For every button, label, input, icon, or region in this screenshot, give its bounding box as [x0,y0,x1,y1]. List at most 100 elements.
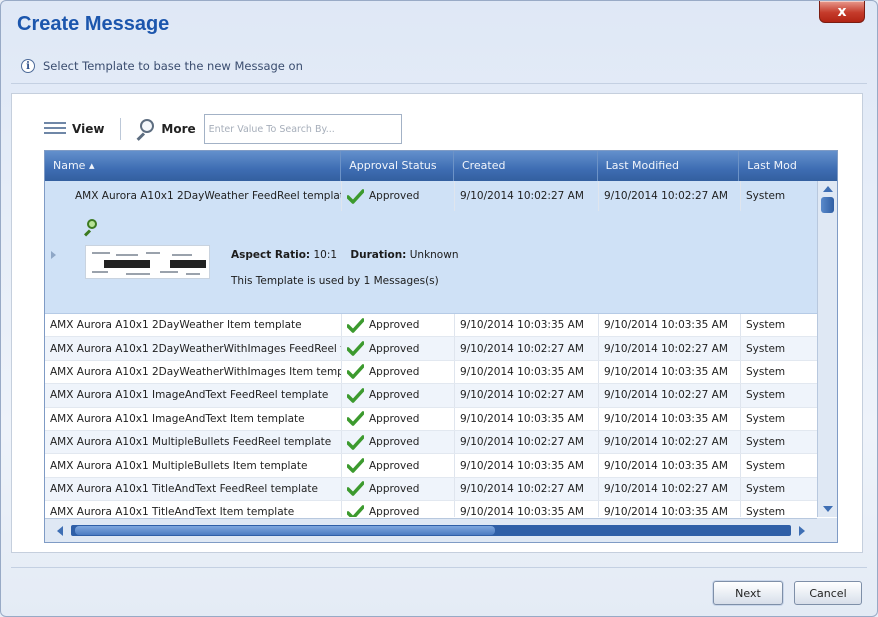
preview-zoom-icon[interactable] [83,219,99,237]
cell-modified: 9/10/2014 10:02:27 AM [599,430,741,454]
cell-name: AMX Aurora A10x1 MultipleBullets Item te… [45,454,342,477]
checkmark-icon [347,505,364,517]
cell-modified: 9/10/2014 10:02:27 AM [599,477,741,501]
column-header-last-modified-by[interactable]: Last Mod [739,151,837,181]
table-row[interactable]: AMX Aurora A10x1 TitleAndText FeedReel t… [45,477,819,502]
dialog-subtitle: i Select Template to base the new Messag… [21,59,303,73]
scroll-up-icon[interactable] [823,186,833,192]
aspect-ratio-value: 10:1 [313,249,338,261]
status-text: Approved [369,506,420,517]
cell-name: AMX Aurora A10x1 2DayWeather Item templa… [45,314,342,337]
subtitle-text: Select Template to base the new Message … [43,59,303,73]
status-text: Approved [369,190,420,202]
cell-modified: 9/10/2014 10:02:27 AM [599,337,741,360]
cell-status: Approved [342,477,455,501]
cell-modified: 9/10/2014 10:03:35 AM [599,314,741,337]
cell-created: 9/10/2014 10:02:27 AM [455,337,599,360]
cell-status: Approved [342,314,455,337]
status-text: Approved [369,412,420,425]
cell-name: AMX Aurora A10x1 2DayWeatherWithImages I… [45,360,342,384]
cancel-button[interactable]: Cancel [794,581,862,605]
cell-by: System [746,482,786,495]
vertical-scroll-thumb[interactable] [821,197,834,213]
grid-header: Name ▴ Approval Status Created Last Modi… [45,151,837,181]
cell-by: System [746,459,786,472]
checkmark-icon [347,411,364,426]
row-detail-panel: Aspect Ratio: 10:1 Duration: Unknown Thi… [51,217,801,307]
more-button[interactable]: More [135,118,196,141]
cell-status: Approved [342,407,455,430]
table-row[interactable]: AMX Aurora A10x1 ImageAndText FeedReel t… [45,384,819,408]
cell-status: Approved [342,360,455,384]
checkmark-icon [347,458,364,473]
cell-created: 9/10/2014 10:03:35 AM [455,314,599,337]
table-row[interactable]: AMX Aurora A10x1 MultipleBullets Item te… [45,454,819,478]
checkmark-icon [347,481,364,497]
cell-name: AMX Aurora A10x1 MultipleBullets FeedRee… [45,430,342,454]
table-row[interactable]: AMX Aurora A10x1 MultipleBullets FeedRee… [45,430,819,455]
cell-name: AMX Aurora A10x1 2DayWeatherWithImages F… [45,337,342,360]
cell-created: 9/10/2014 10:03:35 AM [455,454,599,477]
grid-rows: AMX Aurora A10x1 2DayWeather FeedReel te… [45,181,819,517]
content-panel: View More Name ▴ Approval Status Created… [11,93,863,553]
status-text: Approved [369,342,420,355]
duration-value: Unknown [409,249,459,261]
column-header-last-modified[interactable]: Last Modified [598,151,740,181]
next-button[interactable]: Next [713,581,783,605]
cell-by: System [746,412,786,425]
close-icon: x [837,3,847,20]
cell-name: AMX Aurora A10x1 ImageAndText FeedReel t… [45,384,342,407]
status-text: Approved [369,459,420,472]
cell-status: Approved [342,454,455,477]
scroll-left-icon[interactable] [57,526,63,536]
status-text: Approved [369,365,420,378]
row-list: AMX Aurora A10x1 2DayWeather Item templa… [45,314,819,517]
info-icon: i [21,59,35,73]
search-input[interactable] [203,114,402,144]
cell-modified: 9/10/2014 10:03:35 AM [599,454,741,477]
scrollbar-corner [817,518,837,542]
aspect-duration-info: Aspect Ratio: 10:1 Duration: Unknown [231,249,458,261]
magnify-icon [135,118,157,141]
row-expander-icon[interactable] [51,251,56,259]
cell-created: 9/10/2014 10:03:35 AM [455,360,599,384]
table-row[interactable]: AMX Aurora A10x1 2DayWeather Item templa… [45,314,819,338]
checkmark-icon [347,317,364,333]
scroll-right-icon[interactable] [799,526,805,536]
horizontal-scrollbar[interactable] [45,518,819,542]
view-button[interactable]: View [44,120,104,138]
cell-by: System [746,436,786,449]
toolbar: View More [44,114,402,144]
checkmark-icon [347,434,364,450]
cell-name: AMX Aurora A10x1 TitleAndText Item templ… [45,501,342,517]
cell-modified: 9/10/2014 10:03:35 AM [599,360,741,384]
cell-name: AMX Aurora A10x1 2DayWeather FeedReel te… [45,181,342,211]
vertical-scrollbar[interactable] [817,181,837,517]
status-text: Approved [369,436,420,449]
cell-created: 9/10/2014 10:02:27 AM [455,477,599,501]
column-header-created[interactable]: Created [454,151,598,181]
duration-label: Duration: [350,249,407,261]
table-row[interactable]: AMX Aurora A10x1 2DayWeatherWithImages I… [45,360,819,385]
column-header-approval-status[interactable]: Approval Status [341,151,454,181]
cell-modified-by: System [746,190,786,202]
cell-by: System [746,506,786,517]
column-header-name[interactable]: Name ▴ [45,151,342,181]
cell-modified: 9/10/2014 10:02:27 AM [599,384,741,407]
table-row[interactable]: AMX Aurora A10x1 2DayWeatherWithImages F… [45,337,819,361]
cell-modified: 9/10/2014 10:03:35 AM [599,501,741,517]
close-button[interactable]: x [819,1,865,23]
table-row[interactable]: AMX Aurora A10x1 TitleAndText Item templ… [45,501,819,517]
aspect-ratio-label: Aspect Ratio: [231,249,311,261]
cell-status: Approved [342,384,455,407]
footer-divider [11,567,867,568]
table-row[interactable]: AMX Aurora A10x1 ImageAndText Item templ… [45,407,819,431]
cell-created: 9/10/2014 10:03:35 AM [455,407,599,430]
cell-status: Approved [342,430,455,454]
table-row-selected[interactable]: AMX Aurora A10x1 2DayWeather FeedReel te… [45,181,819,314]
cell-modified: 9/10/2014 10:02:27 AM [599,181,741,211]
more-label: More [161,122,196,136]
scroll-down-icon[interactable] [823,506,833,512]
status-text: Approved [369,482,420,495]
horizontal-scroll-thumb[interactable] [75,526,495,535]
